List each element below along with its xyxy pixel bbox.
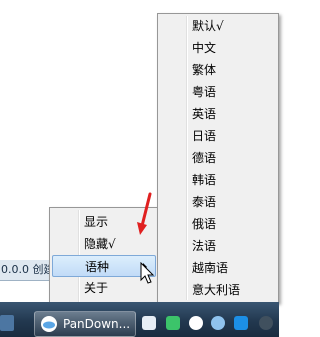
- language-item-italian-label: 意大利语: [192, 283, 241, 297]
- pen-tray-icon[interactable]: [142, 316, 156, 330]
- language-item-japanese-label: 日语: [192, 129, 217, 143]
- cloud-tray-icon[interactable]: [189, 316, 203, 330]
- language-item-traditional-label: 繁体: [192, 63, 217, 77]
- language-submenu: 默认√ 中文 繁体 粤语 英语 日语 德语 韩语 泰语 俄语 法语 越南语 意大…: [157, 13, 279, 303]
- language-item-german[interactable]: 德语: [160, 147, 276, 169]
- language-item-russian[interactable]: 俄语: [160, 213, 276, 235]
- fox-tray-icon[interactable]: [259, 316, 273, 330]
- taskbar-left-edge: [0, 315, 14, 331]
- menu-item-hide[interactable]: 隐藏√: [52, 233, 156, 255]
- background-window-divider: [0, 280, 52, 281]
- language-item-english[interactable]: 英语: [160, 103, 276, 125]
- language-item-korean[interactable]: 韩语: [160, 169, 276, 191]
- cloud-icon: [41, 316, 57, 332]
- taskbar-app-label: PanDown...: [63, 317, 131, 331]
- language-item-cantonese[interactable]: 粤语: [160, 81, 276, 103]
- language-item-thai[interactable]: 泰语: [160, 191, 276, 213]
- language-item-korean-label: 韩语: [192, 173, 217, 187]
- language-item-default-label: 默认√: [192, 19, 224, 33]
- language-item-german-label: 德语: [192, 151, 217, 165]
- language-item-italian[interactable]: 意大利语: [160, 279, 276, 301]
- menu-item-show-label: 显示: [84, 215, 109, 229]
- language-item-cantonese-label: 粤语: [192, 85, 217, 99]
- language-item-vietnamese[interactable]: 越南语: [160, 257, 276, 279]
- annotation-arrow-icon: [137, 192, 152, 235]
- language-item-chinese[interactable]: 中文: [160, 37, 276, 59]
- background-window-status: 0.0.0 创建: [0, 260, 53, 280]
- taskbar-app-button[interactable]: PanDown...: [34, 311, 136, 337]
- star-tray-icon[interactable]: [234, 316, 248, 330]
- language-item-thai-label: 泰语: [192, 195, 217, 209]
- language-item-chinese-label: 中文: [192, 41, 217, 55]
- language-item-traditional[interactable]: 繁体: [160, 59, 276, 81]
- eye-tray-icon[interactable]: [166, 316, 180, 330]
- language-item-french-label: 法语: [192, 239, 217, 253]
- menu-item-language-label: 语种: [85, 260, 110, 274]
- mouse-cursor-icon: [140, 262, 155, 284]
- language-item-default[interactable]: 默认√: [160, 15, 276, 37]
- menu-item-hide-label: 隐藏√: [84, 237, 116, 251]
- language-item-japanese[interactable]: 日语: [160, 125, 276, 147]
- taskbar: PanDown...: [0, 302, 279, 337]
- language-item-russian-label: 俄语: [192, 217, 217, 231]
- language-item-vietnamese-label: 越南语: [192, 261, 229, 275]
- language-item-french[interactable]: 法语: [160, 235, 276, 257]
- language-item-english-label: 英语: [192, 107, 217, 121]
- menu-item-about-label: 关于: [84, 281, 109, 295]
- circle-tray-icon[interactable]: [211, 316, 225, 330]
